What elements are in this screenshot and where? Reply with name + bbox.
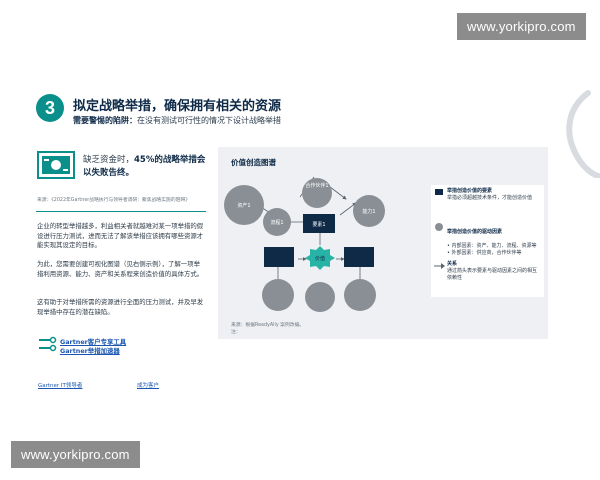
node-capability-label: 能力1 xyxy=(362,208,375,215)
legend-circle-marker xyxy=(435,223,443,231)
divider xyxy=(36,211,206,212)
diagram-legend: 举措创造价值的要素 举措必须超越技术条件，才能创造价值 举措创造价值的驱动因素 … xyxy=(431,185,544,297)
legend-item-3: 关系 通过箭头表示要素与驱动因素之间的相互依赖性 xyxy=(447,261,541,282)
node-partner-label: 合作伙伴1 xyxy=(305,182,328,189)
node-bottom-center xyxy=(305,282,335,312)
node-element-label: 要素1 xyxy=(312,221,325,228)
legend-item-2-desc: • 内部因素：资产、能力、流程、资源等 • 外部因素：供应商，合作伙伴等 xyxy=(447,243,537,256)
page-title: 拟定战略举措，确保拥有相关的资源 xyxy=(73,99,282,114)
node-process-label: 流程1 xyxy=(270,219,283,226)
legend-item-1: 举措创造价值的要素 举措必须超越技术条件，才能创造价值 xyxy=(447,188,541,202)
legend-item-1-title: 举措创造价值的要素 xyxy=(447,188,493,194)
node-bottom-right xyxy=(344,279,376,311)
legend-item-3-title: 关系 xyxy=(447,261,458,267)
legend-item-2: 举措创造价值的驱动因素 • 内部因素：资产、能力、流程、资源等 • 外部因素：供… xyxy=(447,222,541,257)
node-asset-label: 资产1 xyxy=(237,202,250,209)
value-creation-diagram: 资产1 合作伙伴1 流程1 能力1 要素1 价值 xyxy=(224,176,385,312)
legend-item-2-title: 举措创造价值的驱动因素 xyxy=(447,229,503,235)
subtitle-bold: 需要警惕的陷阱： xyxy=(73,116,137,125)
stat-prefix: 缺乏资金时， xyxy=(83,155,135,165)
body-paragraph-1: 企业的转型举措越多，利益相关者就越难对某一项举措的假设进行压力测试，进而无法了解… xyxy=(37,222,204,249)
subtitle-rest: 在没有测试可行性的情况下设计战略举措 xyxy=(137,116,281,125)
legend-item-1-desc: 举措必须超越技术条件，才能创造价值 xyxy=(447,195,533,201)
node-bottom-left xyxy=(262,279,294,311)
stat-text: 缺乏资金时，45%的战略举措会以失败告终。 xyxy=(83,154,208,180)
page-subtitle: 需要警惕的陷阱：在没有测试可行性的情况下设计战略举措 xyxy=(73,115,281,126)
tool-link[interactable]: Gartner客户专享工具 xyxy=(60,337,126,346)
decorative-swoosh xyxy=(566,90,600,178)
money-icon xyxy=(37,151,75,179)
watermark-top: www.yorkipro.com xyxy=(457,13,586,40)
stat-source: 来源：《2022年Gartner战略执行与领导者调研：聚焦战略实施的阻碍》 xyxy=(37,198,191,203)
watermark-bottom: www.yorkipro.com xyxy=(11,441,140,468)
value-label: 价值 xyxy=(315,255,325,262)
body-paragraph-2: 为此，您需要创建可视化图谱（见右侧示例），了解一项举措利用资源、能力、资产和关系… xyxy=(37,260,204,278)
step-number-badge: 3 xyxy=(36,94,64,122)
node-square-right xyxy=(344,247,374,267)
legend-arrow-marker xyxy=(434,263,445,269)
node-square-left xyxy=(264,247,294,267)
legend-square-marker xyxy=(435,189,443,195)
footer-link-it-leaders[interactable]: Gartner IT领导者 xyxy=(38,381,82,389)
diagram-source: 来源：根据ReadyAlly 案例改编。 注： xyxy=(231,323,305,335)
footer-link-become-client[interactable]: 成为客户 xyxy=(137,381,159,389)
tool-icon xyxy=(39,336,57,352)
body-paragraph-3: 这有助于对举措所需的资源进行全面的压力测试，并及早发现举措中存在的潜在缺陷。 xyxy=(37,298,204,316)
webinar-link[interactable]: Gartner举措加速器 xyxy=(60,346,120,355)
legend-item-3-desc: 通过箭头表示要素与驱动因素之间的相互依赖性 xyxy=(447,268,538,281)
